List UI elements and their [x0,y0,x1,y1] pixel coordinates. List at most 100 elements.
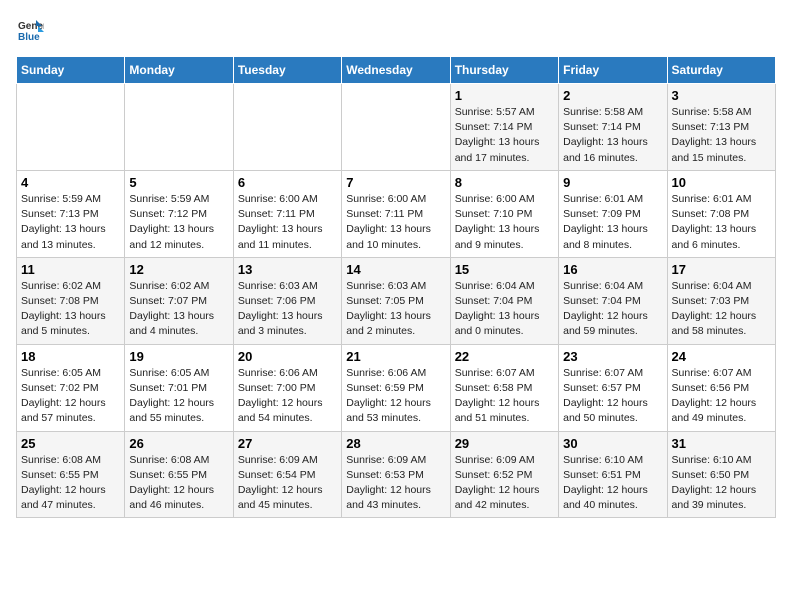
calendar-day-cell: 19Sunrise: 6:05 AM Sunset: 7:01 PM Dayli… [125,344,233,431]
day-number: 29 [455,436,554,451]
day-info: Sunrise: 6:10 AM Sunset: 6:50 PM Dayligh… [672,453,771,514]
calendar-day-cell: 30Sunrise: 6:10 AM Sunset: 6:51 PM Dayli… [559,431,667,518]
day-info: Sunrise: 6:02 AM Sunset: 7:07 PM Dayligh… [129,279,228,340]
calendar-day-cell [17,84,125,171]
day-number: 26 [129,436,228,451]
day-info: Sunrise: 6:03 AM Sunset: 7:06 PM Dayligh… [238,279,337,340]
calendar-header-cell: Tuesday [233,57,341,84]
calendar-day-cell: 16 Sunrise: 6:04 AM Sunset: 7:04 PM Dayli… [559,257,667,344]
day-number: 12 [129,262,228,277]
page-header: General Blue [16,16,776,44]
day-number: 10 [672,175,771,190]
calendar-header-cell: Sunday [17,57,125,84]
day-info: Sunrise: 5:59 AM Sunset: 7:13 PM Dayligh… [21,192,120,253]
day-info: Sunrise: 6:08 AM Sunset: 6:55 PM Dayligh… [21,453,120,514]
day-info: Sunrise: 6:05 AM Sunset: 7:01 PM Dayligh… [129,366,228,427]
calendar-week-row: 11 Sunrise: 6:02 AM Sunset: 7:08 PM Dayli… [17,257,776,344]
calendar-day-cell: 27Sunrise: 6:09 AM Sunset: 6:54 PM Dayli… [233,431,341,518]
day-number: 27 [238,436,337,451]
day-info: Sunrise: 6:06 AM Sunset: 6:59 PM Dayligh… [346,366,445,427]
calendar-day-cell: 23Sunrise: 6:07 AM Sunset: 6:57 PM Dayli… [559,344,667,431]
calendar-week-row: 4 Sunrise: 5:59 AM Sunset: 7:13 PM Daylig… [17,170,776,257]
calendar-day-cell [233,84,341,171]
svg-text:Blue: Blue [18,32,40,43]
day-number: 14 [346,262,445,277]
calendar-day-cell: 3 Sunrise: 5:58 AM Sunset: 7:13 PM Daylig… [667,84,775,171]
day-info: Sunrise: 6:09 AM Sunset: 6:52 PM Dayligh… [455,453,554,514]
logo: General Blue [16,16,48,44]
calendar-day-cell: 10 Sunrise: 6:01 AM Sunset: 7:08 PM Dayli… [667,170,775,257]
day-number: 3 [672,88,771,103]
calendar-day-cell: 5 Sunrise: 5:59 AM Sunset: 7:12 PM Daylig… [125,170,233,257]
calendar-header-row: SundayMondayTuesdayWednesdayThursdayFrid… [17,57,776,84]
day-number: 18 [21,349,120,364]
day-number: 20 [238,349,337,364]
calendar-header-cell: Wednesday [342,57,450,84]
calendar-day-cell: 21 Sunrise: 6:06 AM Sunset: 6:59 PM Dayli… [342,344,450,431]
day-number: 15 [455,262,554,277]
calendar-week-row: 25 Sunrise: 6:08 AM Sunset: 6:55 PM Dayli… [17,431,776,518]
calendar-day-cell: 28 Sunrise: 6:09 AM Sunset: 6:53 PM Dayli… [342,431,450,518]
day-number: 4 [21,175,120,190]
calendar-day-cell: 31Sunrise: 6:10 AM Sunset: 6:50 PM Dayli… [667,431,775,518]
day-number: 24 [672,349,771,364]
day-info: Sunrise: 6:06 AM Sunset: 7:00 PM Dayligh… [238,366,337,427]
day-number: 6 [238,175,337,190]
calendar-day-cell: 7Sunrise: 6:00 AM Sunset: 7:11 PM Daylig… [342,170,450,257]
calendar-day-cell: 11 Sunrise: 6:02 AM Sunset: 7:08 PM Dayli… [17,257,125,344]
day-info: Sunrise: 6:00 AM Sunset: 7:10 PM Dayligh… [455,192,554,253]
day-info: Sunrise: 6:02 AM Sunset: 7:08 PM Dayligh… [21,279,120,340]
calendar-day-cell: 1 Sunrise: 5:57 AM Sunset: 7:14 PM Daylig… [450,84,558,171]
day-info: Sunrise: 5:57 AM Sunset: 7:14 PM Dayligh… [455,105,554,166]
day-number: 22 [455,349,554,364]
calendar-day-cell: 18 Sunrise: 6:05 AM Sunset: 7:02 PM Dayli… [17,344,125,431]
day-info: Sunrise: 6:08 AM Sunset: 6:55 PM Dayligh… [129,453,228,514]
day-info: Sunrise: 6:01 AM Sunset: 7:08 PM Dayligh… [672,192,771,253]
calendar-day-cell: 29 Sunrise: 6:09 AM Sunset: 6:52 PM Dayli… [450,431,558,518]
day-number: 8 [455,175,554,190]
calendar-day-cell: 24 Sunrise: 6:07 AM Sunset: 6:56 PM Dayli… [667,344,775,431]
calendar-day-cell: 6 Sunrise: 6:00 AM Sunset: 7:11 PM Daylig… [233,170,341,257]
calendar-week-row: 1 Sunrise: 5:57 AM Sunset: 7:14 PM Daylig… [17,84,776,171]
calendar-day-cell: 13Sunrise: 6:03 AM Sunset: 7:06 PM Dayli… [233,257,341,344]
day-number: 5 [129,175,228,190]
calendar-day-cell: 4 Sunrise: 5:59 AM Sunset: 7:13 PM Daylig… [17,170,125,257]
day-number: 30 [563,436,662,451]
calendar-body: 1 Sunrise: 5:57 AM Sunset: 7:14 PM Daylig… [17,84,776,518]
day-number: 28 [346,436,445,451]
calendar-day-cell: 8 Sunrise: 6:00 AM Sunset: 7:10 PM Daylig… [450,170,558,257]
calendar-day-cell: 17Sunrise: 6:04 AM Sunset: 7:03 PM Dayli… [667,257,775,344]
day-info: Sunrise: 6:05 AM Sunset: 7:02 PM Dayligh… [21,366,120,427]
calendar-day-cell: 20 Sunrise: 6:06 AM Sunset: 7:00 PM Dayli… [233,344,341,431]
day-info: Sunrise: 6:01 AM Sunset: 7:09 PM Dayligh… [563,192,662,253]
calendar-day-cell: 12 Sunrise: 6:02 AM Sunset: 7:07 PM Dayli… [125,257,233,344]
calendar-header-cell: Thursday [450,57,558,84]
day-info: Sunrise: 5:59 AM Sunset: 7:12 PM Dayligh… [129,192,228,253]
day-info: Sunrise: 6:07 AM Sunset: 6:56 PM Dayligh… [672,366,771,427]
calendar-table: SundayMondayTuesdayWednesdayThursdayFrid… [16,56,776,518]
day-info: Sunrise: 5:58 AM Sunset: 7:13 PM Dayligh… [672,105,771,166]
calendar-day-cell [342,84,450,171]
day-number: 9 [563,175,662,190]
logo-icon: General Blue [16,16,44,44]
day-info: Sunrise: 6:09 AM Sunset: 6:53 PM Dayligh… [346,453,445,514]
day-number: 16 [563,262,662,277]
day-info: Sunrise: 6:00 AM Sunset: 7:11 PM Dayligh… [238,192,337,253]
calendar-day-cell [125,84,233,171]
day-info: Sunrise: 6:07 AM Sunset: 6:58 PM Dayligh… [455,366,554,427]
day-number: 1 [455,88,554,103]
calendar-day-cell: 9 Sunrise: 6:01 AM Sunset: 7:09 PM Daylig… [559,170,667,257]
calendar-header-cell: Saturday [667,57,775,84]
day-number: 2 [563,88,662,103]
calendar-day-cell: 22 Sunrise: 6:07 AM Sunset: 6:58 PM Dayli… [450,344,558,431]
day-info: Sunrise: 6:03 AM Sunset: 7:05 PM Dayligh… [346,279,445,340]
day-number: 21 [346,349,445,364]
day-number: 11 [21,262,120,277]
day-info: Sunrise: 6:04 AM Sunset: 7:04 PM Dayligh… [563,279,662,340]
day-number: 25 [21,436,120,451]
calendar-day-cell: 15Sunrise: 6:04 AM Sunset: 7:04 PM Dayli… [450,257,558,344]
calendar-day-cell: 14 Sunrise: 6:03 AM Sunset: 7:05 PM Dayli… [342,257,450,344]
calendar-header-cell: Monday [125,57,233,84]
calendar-day-cell: 25 Sunrise: 6:08 AM Sunset: 6:55 PM Dayli… [17,431,125,518]
calendar-header-cell: Friday [559,57,667,84]
